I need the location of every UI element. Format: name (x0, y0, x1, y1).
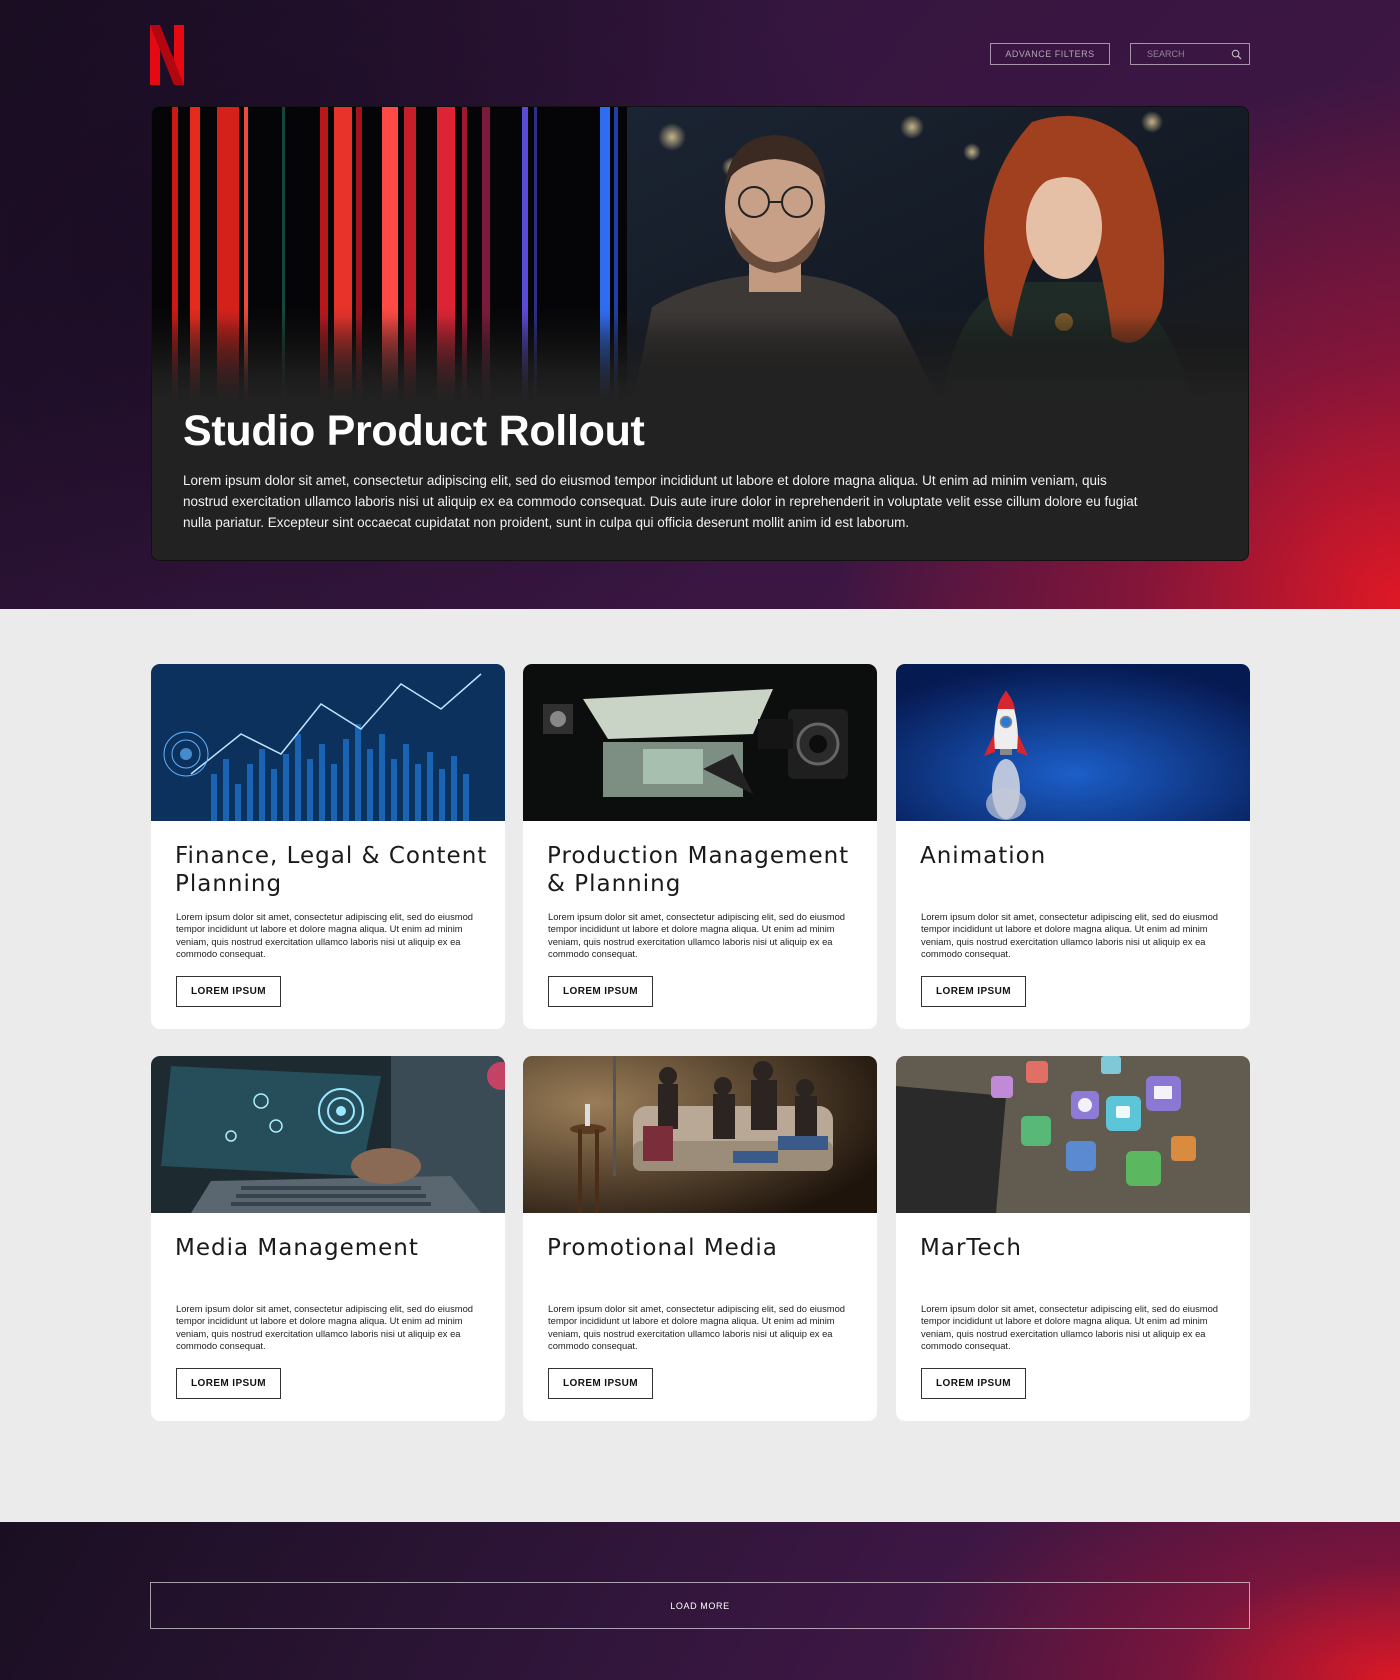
card-cta-button[interactable]: LOREM IPSUM (921, 976, 1026, 1007)
hero-description: Lorem ipsum dolor sit amet, consectetur … (183, 473, 1138, 530)
footer: LOAD MORE (0, 1522, 1400, 1680)
card-image (151, 664, 505, 821)
card-image (523, 664, 877, 821)
search-box[interactable] (1130, 43, 1250, 65)
category-card-finance[interactable]: Finance, Legal & Content Planning Lorem … (151, 664, 505, 1029)
search-input[interactable] (1147, 49, 1241, 59)
card-title: Production Management & Planning (547, 843, 850, 897)
card-cta-button[interactable]: LOREM IPSUM (176, 1368, 281, 1399)
card-image (523, 1056, 877, 1213)
card-title: MarTech (920, 1235, 1022, 1261)
advance-filters-button[interactable]: ADVANCE FILTERS (990, 43, 1110, 65)
category-card-media-management[interactable]: Media Management Lorem ipsum dolor sit a… (151, 1056, 505, 1421)
card-title: Animation (920, 843, 1047, 869)
category-card-production[interactable]: Production Management & Planning Lorem i… (523, 664, 877, 1029)
card-image (151, 1056, 505, 1213)
card-description: Lorem ipsum dolor sit amet, consectetur … (921, 1303, 1219, 1352)
netflix-logo[interactable] (150, 25, 184, 85)
card-cta-button[interactable]: LOREM IPSUM (548, 1368, 653, 1399)
card-cta-button[interactable]: LOREM IPSUM (548, 976, 653, 1007)
category-card-animation[interactable]: Animation Lorem ipsum dolor sit amet, co… (896, 664, 1250, 1029)
card-cta-button[interactable]: LOREM IPSUM (176, 976, 281, 1007)
card-title: Finance, Legal & Content Planning (175, 843, 488, 897)
search-icon[interactable] (1231, 49, 1242, 60)
card-image (896, 664, 1250, 821)
card-description: Lorem ipsum dolor sit amet, consectetur … (548, 911, 846, 960)
featured-hero-card[interactable]: Studio Product Rollout Lorem ipsum dolor… (151, 106, 1249, 561)
card-title: Media Management (175, 1235, 419, 1261)
category-card-promotional-media[interactable]: Promotional Media Lorem ipsum dolor sit … (523, 1056, 877, 1421)
card-title: Promotional Media (547, 1235, 778, 1261)
load-more-button[interactable]: LOAD MORE (150, 1582, 1250, 1629)
card-description: Lorem ipsum dolor sit amet, consectetur … (176, 911, 474, 960)
card-description: Lorem ipsum dolor sit amet, consectetur … (176, 1303, 474, 1352)
card-description: Lorem ipsum dolor sit amet, consectetur … (548, 1303, 846, 1352)
hero-section: ADVANCE FILTERS SEARCH Studio Product Ro… (0, 0, 1400, 609)
card-cta-button[interactable]: LOREM IPSUM (921, 1368, 1026, 1399)
card-description: Lorem ipsum dolor sit amet, consectetur … (921, 911, 1219, 960)
category-card-martech[interactable]: MarTech Lorem ipsum dolor sit amet, cons… (896, 1056, 1250, 1421)
card-image (896, 1056, 1250, 1213)
hero-title: Studio Product Rollout (183, 407, 645, 455)
